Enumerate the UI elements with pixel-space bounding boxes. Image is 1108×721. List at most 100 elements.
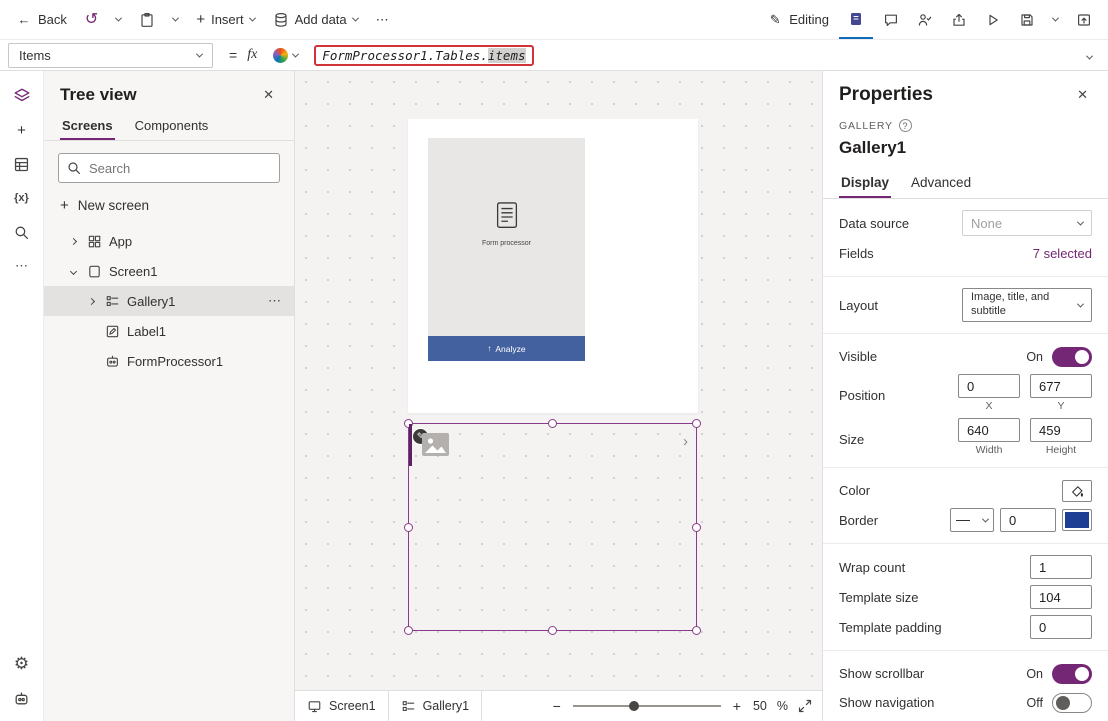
fit-to-window-button[interactable] bbox=[798, 699, 812, 713]
image-placeholder-icon bbox=[422, 433, 449, 456]
fx-label: fx bbox=[247, 47, 257, 63]
chevron-down-icon bbox=[292, 50, 299, 57]
document-icon bbox=[492, 200, 522, 234]
resize-handle[interactable] bbox=[692, 626, 701, 635]
layout-value: Image, title, and subtitle bbox=[971, 291, 1067, 319]
rail-data-button[interactable] bbox=[5, 147, 39, 181]
size-height-input[interactable] bbox=[1030, 418, 1092, 442]
form-processor-control[interactable]: Form processor ↑ Analyze bbox=[428, 138, 585, 361]
chevron-down-icon[interactable] bbox=[66, 269, 80, 274]
template-padding-input[interactable] bbox=[1030, 615, 1092, 639]
border-color-swatch[interactable] bbox=[1062, 509, 1092, 531]
tab-display[interactable]: Display bbox=[839, 167, 891, 198]
screen1-preview[interactable]: Form processor ↑ Analyze bbox=[408, 119, 698, 413]
chevron-right-icon[interactable] bbox=[84, 299, 98, 304]
save-menu-button[interactable] bbox=[1045, 4, 1066, 36]
fields-edit-link[interactable]: 7 selected bbox=[1033, 246, 1092, 261]
back-button[interactable]: ← Back bbox=[8, 4, 75, 36]
formula-input[interactable]: FormProcessor1.Tables.items bbox=[314, 45, 1077, 66]
app-authoring-panel-toggle[interactable] bbox=[839, 1, 873, 39]
data-source-select[interactable]: None bbox=[962, 210, 1092, 236]
formula-text: FormProcessor1.Tables. bbox=[322, 48, 488, 63]
tree-item-screen1[interactable]: Screen1 bbox=[44, 256, 294, 286]
control-name: Gallery1 bbox=[839, 138, 1092, 158]
border-weight-input[interactable] bbox=[1000, 508, 1056, 532]
resize-handle[interactable] bbox=[692, 419, 701, 428]
insert-button[interactable]: + Insert bbox=[188, 4, 262, 36]
footer-tab-screen1[interactable]: Screen1 bbox=[295, 691, 389, 721]
gallery1-selection[interactable]: ✎ › bbox=[408, 423, 697, 631]
formula-highlight-box: FormProcessor1.Tables.items bbox=[314, 45, 533, 66]
zoom-slider[interactable] bbox=[573, 699, 721, 713]
template-indicator-bar bbox=[409, 424, 412, 466]
tab-screens[interactable]: Screens bbox=[60, 111, 115, 140]
tab-components[interactable]: Components bbox=[133, 111, 211, 140]
show-navigation-toggle[interactable] bbox=[1052, 693, 1092, 713]
resize-handle[interactable] bbox=[692, 523, 701, 532]
chevron-down-icon bbox=[1052, 15, 1059, 22]
properties-close-button[interactable]: ✕ bbox=[1073, 85, 1092, 105]
share-button[interactable] bbox=[943, 4, 975, 36]
add-data-button[interactable]: Add data bbox=[265, 4, 366, 36]
paint-bucket-icon bbox=[1070, 484, 1084, 498]
position-x-input[interactable] bbox=[958, 374, 1020, 398]
new-screen-button[interactable]: + New screen bbox=[50, 191, 288, 220]
tree-view-close-button[interactable]: ✕ bbox=[259, 85, 278, 105]
more-commands-button[interactable]: ⋯ bbox=[368, 4, 397, 36]
property-selector[interactable]: Items bbox=[8, 43, 213, 68]
search-input[interactable] bbox=[58, 153, 280, 183]
show-scrollbar-toggle[interactable] bbox=[1052, 664, 1092, 684]
resize-handle[interactable] bbox=[548, 626, 557, 635]
resize-handle[interactable] bbox=[404, 523, 413, 532]
formula-bar-expand-button[interactable] bbox=[1077, 44, 1102, 67]
paste-button[interactable] bbox=[131, 4, 163, 36]
editing-status-button[interactable]: ✎ Editing bbox=[759, 4, 837, 36]
zoom-out-button[interactable]: − bbox=[551, 698, 563, 714]
tree-view-tabs: Screens Components bbox=[44, 111, 294, 141]
color-picker-button[interactable] bbox=[1062, 480, 1092, 502]
size-width-input[interactable] bbox=[958, 418, 1020, 442]
undo-button[interactable]: ↺ bbox=[77, 4, 106, 36]
rail-tree-view-button[interactable] bbox=[5, 79, 39, 113]
copresence-button[interactable] bbox=[909, 4, 941, 36]
tab-advanced[interactable]: Advanced bbox=[909, 167, 973, 198]
footer-tab-gallery1[interactable]: Gallery1 bbox=[389, 691, 483, 721]
rail-more-button[interactable]: ⋯ bbox=[5, 249, 39, 283]
zoom-in-button[interactable]: + bbox=[731, 698, 743, 714]
tree-item-app[interactable]: App bbox=[44, 226, 294, 256]
zoom-slider-thumb[interactable] bbox=[629, 701, 639, 711]
save-button[interactable] bbox=[1011, 4, 1043, 36]
rail-settings-button[interactable]: ⚙ bbox=[5, 647, 39, 681]
paste-menu-button[interactable] bbox=[165, 4, 186, 36]
border-style-select[interactable] bbox=[950, 508, 994, 532]
visible-state-label: On bbox=[1026, 350, 1043, 364]
publish-button[interactable] bbox=[1068, 4, 1100, 36]
canvas-area[interactable]: Form processor ↑ Analyze ✎ › bbox=[295, 71, 822, 721]
rail-variables-button[interactable]: {x} bbox=[5, 181, 39, 215]
resize-handle[interactable] bbox=[404, 626, 413, 635]
comments-button[interactable] bbox=[875, 4, 907, 36]
rail-search-button[interactable] bbox=[5, 215, 39, 249]
visible-toggle[interactable] bbox=[1052, 347, 1092, 367]
layout-select[interactable]: Image, title, and subtitle bbox=[962, 288, 1092, 322]
tree-item-more-button[interactable]: ⋯ bbox=[268, 293, 282, 309]
template-size-input[interactable] bbox=[1030, 585, 1092, 609]
tree-item-formprocessor1[interactable]: FormProcessor1 bbox=[44, 346, 294, 376]
preview-play-button[interactable] bbox=[977, 4, 1009, 36]
resize-handle[interactable] bbox=[548, 419, 557, 428]
tree-item-label1[interactable]: Label1 bbox=[44, 316, 294, 346]
position-y-input[interactable] bbox=[1030, 374, 1092, 398]
position-x-sublabel: X bbox=[985, 400, 992, 412]
analyze-button[interactable]: ↑ Analyze bbox=[428, 336, 585, 361]
add-data-label: Add data bbox=[295, 12, 347, 27]
gallery-next-arrow-icon[interactable]: › bbox=[683, 433, 688, 450]
rail-virtual-agent-button[interactable] bbox=[5, 681, 39, 715]
wrap-count-input[interactable] bbox=[1030, 555, 1092, 579]
help-icon[interactable]: ? bbox=[899, 119, 912, 132]
form-processor-icon bbox=[105, 354, 120, 369]
tree-item-gallery1[interactable]: Gallery1 ⋯ bbox=[44, 286, 294, 316]
undo-menu-button[interactable] bbox=[108, 4, 129, 36]
chevron-right-icon[interactable] bbox=[66, 239, 80, 244]
rail-insert-button[interactable]: + bbox=[5, 113, 39, 147]
copilot-menu[interactable] bbox=[273, 48, 298, 63]
